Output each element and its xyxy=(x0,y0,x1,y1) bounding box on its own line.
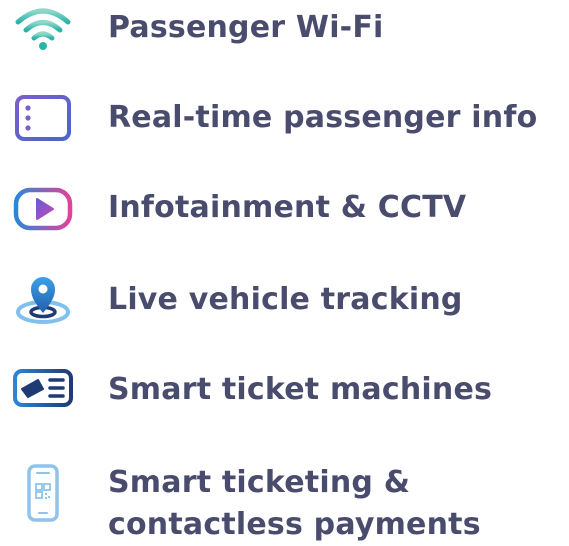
feature-label: Smart ticketing & contactless payments xyxy=(108,462,548,546)
feature-label-line-1: Smart ticketing & xyxy=(108,465,411,500)
feature-list: Passenger Wi-Fi Real-time passenger info… xyxy=(0,0,569,542)
ticket-machine-icon xyxy=(10,356,76,422)
feature-label: Smart ticket machines xyxy=(108,372,493,407)
list-icon xyxy=(10,85,76,151)
feature-label: Live vehicle tracking xyxy=(108,282,463,317)
feature-label-line-2: contactless payments xyxy=(108,507,481,542)
wifi-icon xyxy=(10,0,76,62)
feature-label: Passenger Wi-Fi xyxy=(108,10,384,45)
play-icon xyxy=(10,176,76,242)
feature-label: Infotainment & CCTV xyxy=(108,190,467,225)
phone-qr-icon xyxy=(10,460,76,526)
feature-label: Real-time passenger info xyxy=(108,100,538,135)
location-pin-icon xyxy=(10,264,76,330)
